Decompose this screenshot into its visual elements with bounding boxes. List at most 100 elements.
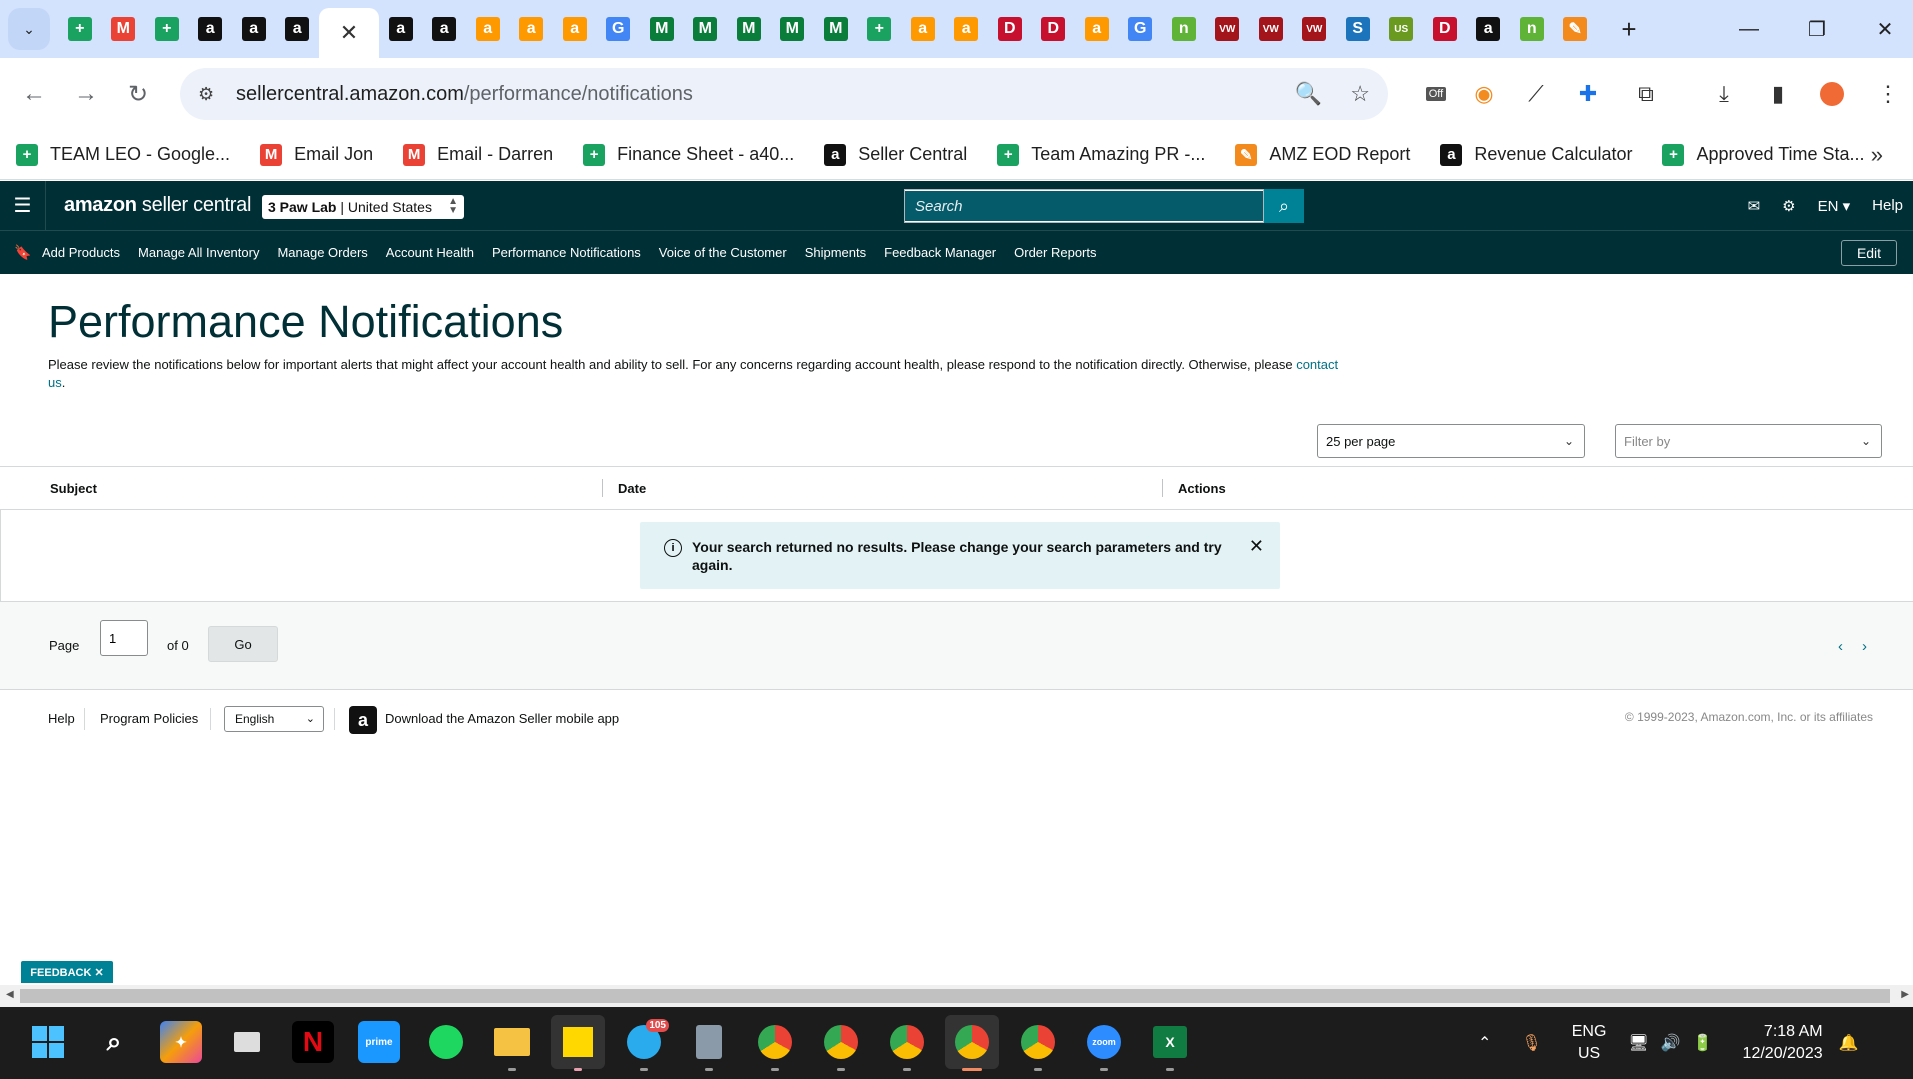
notification-bell-icon[interactable]: 🔔 bbox=[1839, 1033, 1859, 1053]
per-page-select[interactable]: 25 per page ⌄ bbox=[1317, 424, 1585, 458]
url-text[interactable]: sellercentral.amazon.com/performance/not… bbox=[236, 83, 693, 106]
volume-icon[interactable]: 🔊 bbox=[1661, 1033, 1681, 1053]
bookmark-item[interactable]: a Seller Central bbox=[824, 143, 967, 166]
bookmark-item[interactable]: ✎ AMZ EOD Report bbox=[1235, 143, 1410, 166]
extension-arrow[interactable]: ⟋ bbox=[1510, 68, 1562, 120]
browser-tab[interactable]: VW bbox=[1249, 0, 1293, 58]
nav-link-manage-all-inventory[interactable]: Manage All Inventory bbox=[138, 245, 259, 260]
bookmark-star-icon[interactable]: ☆ bbox=[1350, 81, 1370, 107]
browser-tab[interactable]: a bbox=[189, 0, 233, 58]
browser-tab[interactable]: a bbox=[510, 0, 554, 58]
nav-link-feedback-manager[interactable]: Feedback Manager bbox=[884, 245, 996, 260]
chrome-button-1[interactable] bbox=[754, 1021, 796, 1063]
menu-hamburger-icon[interactable]: ☰ bbox=[0, 181, 46, 230]
netflix-button[interactable]: N bbox=[292, 1021, 334, 1063]
bookmark-item[interactable]: + Approved Time Sta... bbox=[1662, 143, 1865, 166]
browser-tab[interactable]: D bbox=[988, 0, 1032, 58]
forward-button[interactable]: → bbox=[60, 68, 112, 120]
program-policies-link[interactable]: Program Policies bbox=[100, 711, 198, 726]
browser-tab[interactable]: a bbox=[1467, 0, 1511, 58]
footer-language-select[interactable]: English ⌄ bbox=[224, 706, 324, 732]
close-window-button[interactable]: ✕ bbox=[1857, 0, 1913, 58]
browser-tab[interactable]: M bbox=[727, 0, 771, 58]
browser-tab[interactable]: + bbox=[858, 0, 902, 58]
nav-link-performance-notifications[interactable]: Performance Notifications bbox=[492, 245, 641, 260]
zoom-button[interactable]: zoom bbox=[1083, 1021, 1125, 1063]
footer-help-link[interactable]: Help bbox=[48, 711, 75, 726]
sticky-notes-button[interactable] bbox=[551, 1015, 605, 1069]
browser-tab[interactable]: S bbox=[1336, 0, 1380, 58]
browser-tab[interactable]: D bbox=[1032, 0, 1076, 58]
browser-tab[interactable]: M bbox=[102, 0, 146, 58]
mail-icon[interactable]: ✉ bbox=[1748, 197, 1761, 215]
microphone-icon[interactable]: 🎙 bbox=[1521, 1033, 1541, 1053]
language-indicator[interactable]: ENG US bbox=[1572, 1021, 1607, 1065]
bookmark-item[interactable]: a Revenue Calculator bbox=[1440, 143, 1632, 166]
browser-tab[interactable]: + bbox=[145, 0, 189, 58]
browser-tab[interactable]: a bbox=[553, 0, 597, 58]
browser-tab[interactable]: D bbox=[1423, 0, 1467, 58]
nav-link-order-reports[interactable]: Order Reports bbox=[1014, 245, 1096, 260]
close-icon[interactable]: ✕ bbox=[1249, 536, 1264, 557]
minimize-button[interactable]: — bbox=[1721, 0, 1777, 58]
more-bookmarks-icon[interactable]: » bbox=[1871, 142, 1883, 168]
language-selector[interactable]: EN ▾ bbox=[1818, 197, 1851, 215]
horizontal-scrollbar[interactable]: ◀ ▶ bbox=[0, 985, 1913, 1007]
active-tab[interactable]: ✕ bbox=[319, 8, 379, 58]
excel-button[interactable]: X bbox=[1149, 1021, 1191, 1063]
chrome-button-active[interactable] bbox=[945, 1015, 999, 1069]
restore-button[interactable]: ❐ bbox=[1789, 0, 1845, 58]
bookmark-item[interactable]: + Team Amazing PR -... bbox=[997, 143, 1205, 166]
nav-link-manage-orders[interactable]: Manage Orders bbox=[277, 245, 367, 260]
start-button[interactable] bbox=[27, 1021, 69, 1063]
browser-tab[interactable]: G bbox=[597, 0, 641, 58]
browser-tab[interactable]: G bbox=[1119, 0, 1163, 58]
bookmark-icon[interactable]: 🔖 bbox=[0, 244, 46, 261]
browser-tab[interactable]: n bbox=[1162, 0, 1206, 58]
prev-page-icon[interactable]: ‹ bbox=[1838, 638, 1843, 655]
browser-tab[interactable]: a bbox=[379, 0, 423, 58]
spotify-button[interactable] bbox=[425, 1021, 467, 1063]
extension-orange[interactable]: ◉ bbox=[1458, 68, 1510, 120]
network-icon[interactable]: 🖥 bbox=[1628, 1033, 1648, 1053]
browser-tab[interactable]: US bbox=[1380, 0, 1424, 58]
browser-tab[interactable]: VW bbox=[1293, 0, 1337, 58]
help-link[interactable]: Help bbox=[1872, 197, 1903, 214]
nav-link-shipments[interactable]: Shipments bbox=[805, 245, 866, 260]
address-bar[interactable]: ⚙ sellercentral.amazon.com/performance/n… bbox=[180, 68, 1388, 120]
search-taskbar-button[interactable]: ⌕ bbox=[93, 1021, 135, 1063]
nav-link-add-products[interactable]: Add Products bbox=[42, 245, 120, 260]
search-button[interactable]: ⌕ bbox=[1264, 189, 1304, 223]
scroll-left-icon[interactable]: ◀ bbox=[6, 989, 14, 1000]
gear-icon[interactable]: ⚙ bbox=[1782, 197, 1795, 215]
chrome-button-3[interactable] bbox=[886, 1021, 928, 1063]
battery-icon[interactable]: 🔋 bbox=[1693, 1033, 1713, 1053]
extension-off[interactable]: Off bbox=[1410, 68, 1462, 120]
chrome-button-2[interactable] bbox=[820, 1021, 862, 1063]
bookmark-item[interactable]: M Email - Darren bbox=[403, 143, 553, 166]
site-info-icon[interactable]: ⚙ bbox=[198, 84, 228, 105]
scroll-right-icon[interactable]: ▶ bbox=[1901, 989, 1909, 1000]
side-panel-button[interactable]: ▮ bbox=[1752, 68, 1804, 120]
bookmark-item[interactable]: + Finance Sheet - a40... bbox=[583, 143, 794, 166]
browser-tab[interactable]: a bbox=[466, 0, 510, 58]
feedback-button[interactable]: FEEDBACK ✕ bbox=[21, 961, 113, 983]
browser-tab[interactable]: a bbox=[945, 0, 989, 58]
browser-tab[interactable]: a bbox=[901, 0, 945, 58]
scrollbar-thumb[interactable] bbox=[20, 989, 1890, 1003]
clock[interactable]: 7:18 AM 12/20/2023 bbox=[1743, 1021, 1823, 1065]
download-app-link[interactable]: Download the Amazon Seller mobile app bbox=[385, 711, 619, 726]
bookmark-item[interactable]: + TEAM LEO - Google... bbox=[16, 143, 230, 166]
extension-blue[interactable]: ✚ bbox=[1562, 68, 1614, 120]
zoom-icon[interactable]: 🔍 bbox=[1295, 81, 1322, 107]
task-view-button[interactable] bbox=[226, 1021, 268, 1063]
search-input[interactable] bbox=[905, 191, 1263, 221]
copilot-button[interactable]: ✦ bbox=[160, 1021, 202, 1063]
menu-button[interactable]: ⋮ bbox=[1862, 68, 1913, 120]
edit-nav-button[interactable]: Edit bbox=[1841, 240, 1897, 266]
browser-tab[interactable]: a bbox=[276, 0, 320, 58]
reload-button[interactable]: ↻ bbox=[112, 68, 164, 120]
calculator-button[interactable] bbox=[688, 1021, 730, 1063]
nav-link-account-health[interactable]: Account Health bbox=[386, 245, 474, 260]
column-header-subject[interactable]: Subject bbox=[50, 481, 97, 496]
